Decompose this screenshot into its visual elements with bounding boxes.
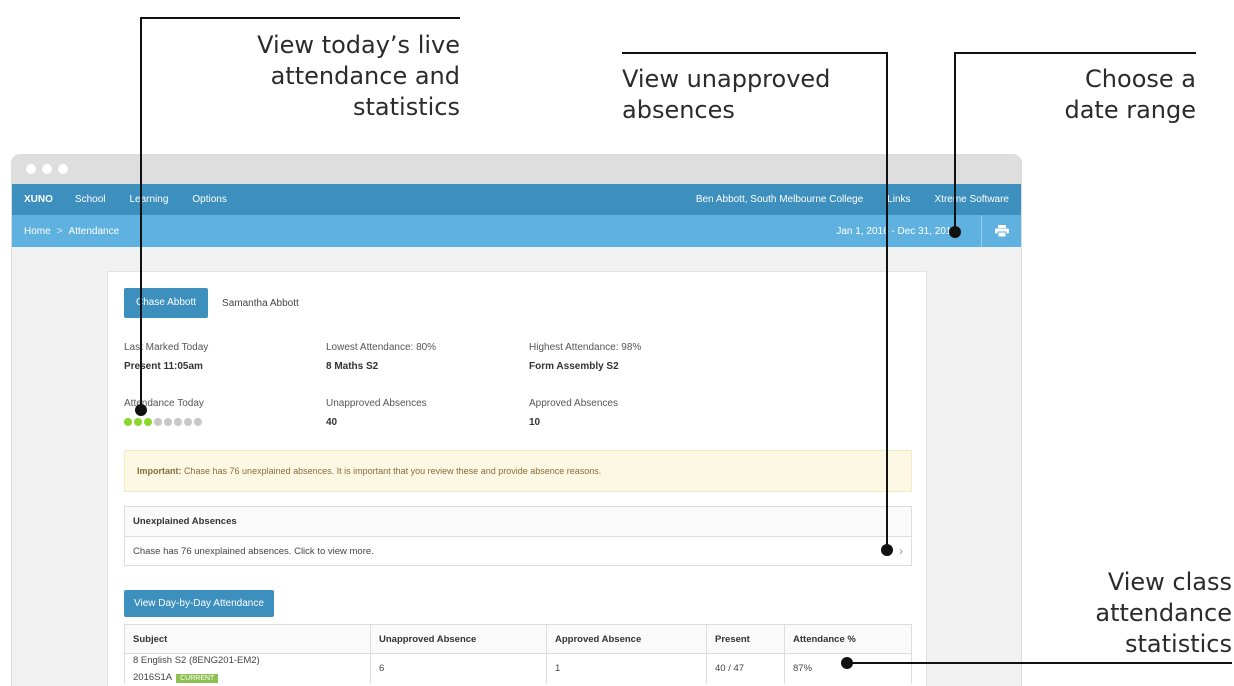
leader-dot (949, 226, 961, 238)
student-tab-chase[interactable]: Chase Abbott (124, 288, 209, 318)
callout-line: attendance and (270, 62, 460, 90)
stat-unapproved-absences: Unapproved Absences 40 (326, 398, 427, 428)
period-dot-pending (154, 418, 162, 426)
cell-approved: 1 (546, 653, 707, 684)
stat-value: Form Assembly S2 (529, 361, 619, 372)
col-present[interactable]: Present (706, 624, 785, 654)
print-button[interactable] (981, 215, 1021, 247)
callout-unapproved-absences: View unapproved absences (622, 64, 882, 126)
brand-logo[interactable]: XUNO (24, 194, 53, 205)
period-dots (124, 418, 204, 426)
student-tabs: Chase Abbott Samantha Abbott (124, 288, 299, 318)
stat-lowest-attendance: Lowest Attendance: 80% 8 Maths S2 (326, 342, 436, 372)
leader-line (140, 17, 460, 19)
leader-line (140, 17, 142, 410)
leader-line (846, 662, 1232, 664)
stat-value: 8 Maths S2 (326, 361, 379, 372)
window-close-button[interactable] (26, 164, 36, 174)
window-minimize-button[interactable] (42, 164, 52, 174)
important-alert: Important: Chase has 76 unexplained abse… (124, 450, 912, 492)
stat-label: Last Marked Today (124, 342, 209, 353)
table-header-row: Subject Unapproved Absence Approved Abse… (124, 624, 912, 654)
callout-date-range: Choose a date range (1000, 64, 1196, 126)
leader-line (886, 52, 888, 550)
leader-dot (841, 657, 853, 669)
stat-label: Unapproved Absences (326, 398, 427, 409)
breadcrumb-separator: > (56, 225, 63, 237)
stat-label: Highest Attendance: 98% (529, 342, 642, 353)
nav-item-links[interactable]: Links (887, 194, 910, 205)
panel-text: Chase has 76 unexplained absences. Click… (133, 546, 374, 557)
date-range-picker[interactable]: Jan 1, 2016 - Dec 31, 2016 (836, 226, 957, 237)
stat-value: Present 11:05am (124, 361, 203, 372)
callout-live-attendance: View today’s live attendance and statist… (240, 30, 460, 123)
callout-line: View class (1107, 568, 1232, 596)
current-badge: CURRENT (176, 673, 219, 683)
subject-term: 2016S1A (133, 671, 173, 683)
day-by-day-button[interactable]: View Day-by-Day Attendance (124, 590, 274, 617)
stat-value: 10 (529, 417, 541, 428)
subject-term-line: 2016S1A CURRENT (133, 672, 370, 683)
period-dot-pending (164, 418, 172, 426)
table-row[interactable]: 8 English S2 (8ENG201-EM2) 2016S1A CURREN… (124, 653, 912, 684)
panel-title: Unexplained Absences (125, 507, 911, 537)
callout-line: statistics (1125, 630, 1232, 658)
cell-present: 40 / 47 (706, 653, 785, 684)
chevron-right-icon: › (899, 544, 903, 558)
cell-unapproved: 6 (370, 653, 547, 684)
callout-class-stats: View class attendance statistics (1060, 567, 1232, 660)
alert-text: Chase has 76 unexplained absences. It is… (184, 466, 602, 476)
col-subject[interactable]: Subject (124, 624, 371, 654)
student-tab-samantha[interactable]: Samantha Abbott (222, 298, 299, 309)
subject-name: 8 English S2 (8ENG201-EM2) (133, 654, 260, 666)
callout-line: date range (1064, 96, 1196, 124)
alert-strong: Important: (137, 466, 182, 476)
user-menu[interactable]: Ben Abbott, South Melbourne College (696, 194, 863, 205)
navbar-right: Ben Abbott, South Melbourne College Link… (672, 194, 1009, 205)
breadcrumb-current: Attendance (68, 225, 120, 237)
unexplained-absences-panel: Unexplained Absences Chase has 76 unexpl… (124, 506, 912, 566)
col-attendance-pct[interactable]: Attendance % (784, 624, 912, 654)
leader-dot (135, 404, 147, 416)
stat-approved-absences: Approved Absences 10 (529, 398, 618, 428)
period-dot-pending (174, 418, 182, 426)
leader-line (954, 52, 956, 232)
top-navbar: XUNO School Learning Options Ben Abbott,… (12, 184, 1021, 215)
col-unapproved[interactable]: Unapproved Absence (370, 624, 547, 654)
breadcrumb-bar: Home > Attendance Jan 1, 2016 - Dec 31, … (12, 215, 1021, 247)
period-dot-present (124, 418, 132, 426)
class-attendance-table: Subject Unapproved Absence Approved Abse… (124, 624, 912, 684)
period-dot-present (144, 418, 152, 426)
stat-last-marked: Last Marked Today Present 11:05am (124, 342, 208, 372)
callout-line: statistics (353, 93, 460, 121)
stat-value: 40 (326, 417, 338, 428)
callout-line: Choose a (1085, 65, 1196, 93)
period-dot-pending (184, 418, 192, 426)
window-titlebar (12, 155, 1021, 184)
callout-line: View unapproved (622, 65, 831, 93)
unexplained-absences-link[interactable]: Chase has 76 unexplained absences. Click… (125, 537, 911, 566)
print-icon (994, 225, 1009, 237)
stat-label: Approved Absences (529, 398, 618, 409)
period-dot-present (134, 418, 142, 426)
col-approved[interactable]: Approved Absence (546, 624, 707, 654)
nav-item-options[interactable]: Options (192, 194, 226, 205)
leader-line (622, 52, 888, 54)
leader-line (954, 52, 1196, 54)
attendance-card: Chase Abbott Samantha Abbott Last Marked… (107, 271, 927, 686)
callout-line: View today’s live (257, 31, 460, 59)
browser-window: XUNO School Learning Options Ben Abbott,… (12, 155, 1021, 686)
callout-line: attendance (1095, 599, 1232, 627)
leader-dot (881, 544, 893, 556)
stat-highest-attendance: Highest Attendance: 98% Form Assembly S2 (529, 342, 641, 372)
nav-item-learning[interactable]: Learning (129, 194, 168, 205)
stat-label: Lowest Attendance: 80% (326, 342, 437, 353)
callout-line: absences (622, 96, 735, 124)
period-dot-pending (194, 418, 202, 426)
nav-item-school[interactable]: School (75, 194, 106, 205)
nav-item-software[interactable]: Xtreme Software (935, 194, 1009, 205)
window-maximize-button[interactable] (58, 164, 68, 174)
cell-subject: 8 English S2 (8ENG201-EM2) 2016S1A CURREN… (124, 653, 371, 684)
breadcrumb-home[interactable]: Home (24, 226, 51, 237)
